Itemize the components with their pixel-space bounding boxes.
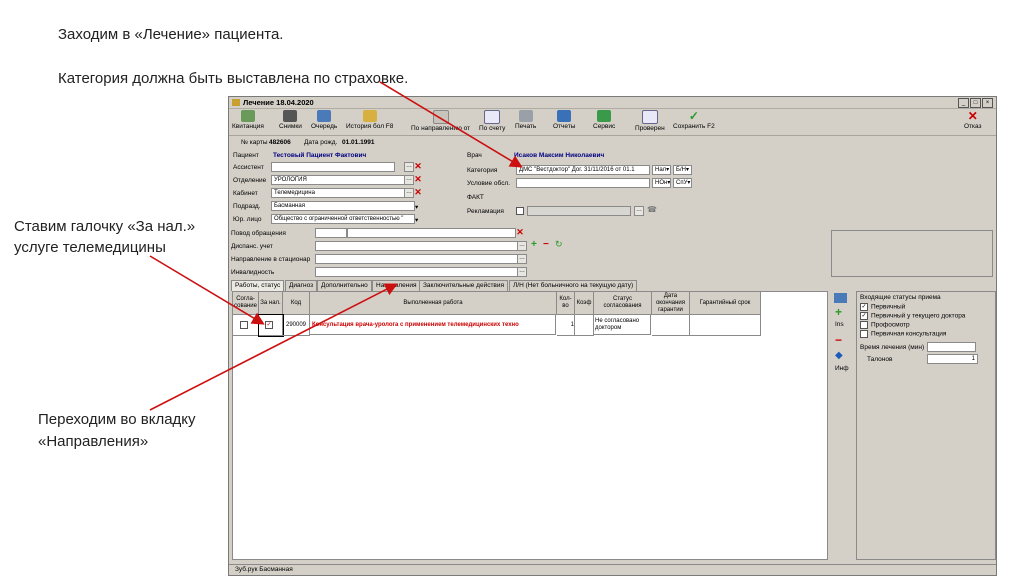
arrow-to-referrals-tab xyxy=(149,283,398,411)
annotation-arrows xyxy=(149,81,523,411)
arrow-to-category xyxy=(379,81,523,168)
arrow-to-cash-checkbox xyxy=(149,255,265,325)
